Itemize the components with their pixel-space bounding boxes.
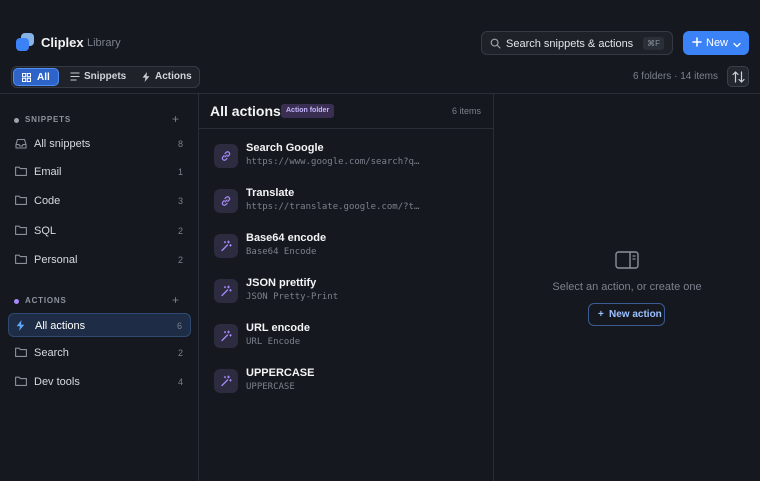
inbox-icon: [15, 138, 27, 152]
filter-tabs: All Snippets Actions: [11, 66, 200, 88]
sidebar-item-label: Code: [34, 195, 61, 207]
lines-icon: [70, 72, 80, 84]
new-action-button[interactable]: + New action: [588, 303, 665, 326]
search-icon: [490, 38, 501, 52]
item-name: Translate: [246, 187, 295, 199]
tab-actions-label: Actions: [155, 71, 192, 82]
sidebar-item-count: 2: [177, 255, 183, 265]
folder-icon: [15, 254, 27, 267]
sidebar-item-count: 3: [177, 196, 183, 206]
sidebar-item-label: Dev tools: [34, 376, 80, 388]
action-list-pane: All actions Action folder 6 items Search…: [199, 94, 494, 481]
section-heading-text: SNIPPETS: [25, 115, 71, 124]
sidebar-item-count: 2: [177, 226, 183, 236]
bolt-icon: [16, 320, 25, 334]
sidebar-item-label: SQL: [34, 225, 57, 237]
wand-icon: [214, 324, 238, 348]
sidebar-panel-icon: [615, 250, 639, 273]
sidebar-item-label: Search: [34, 347, 69, 359]
item-name: URL encode: [246, 322, 310, 334]
grid-icon: [22, 73, 32, 85]
section-dot: [14, 118, 19, 123]
tab-all-label: All: [37, 72, 50, 83]
item-detail: UPPERCASE: [246, 382, 295, 392]
sidebar-item-personal[interactable]: Personal 2: [8, 248, 191, 272]
sidebar-item-sql[interactable]: SQL 2: [8, 219, 191, 243]
list-item[interactable]: Base64 encode Base64 Encode: [207, 225, 485, 267]
plus-icon: [692, 37, 702, 50]
sidebar-item-dev-tools[interactable]: Dev tools 4: [8, 370, 191, 394]
section-heading-text: ACTIONS: [25, 296, 67, 305]
detail-pane: Select an action, or create one + New ac…: [494, 94, 760, 481]
item-name: UPPERCASE: [246, 367, 315, 379]
chevron-down-icon: [733, 39, 741, 51]
folder-icon: [15, 225, 27, 238]
sidebar-item-count: 1: [177, 167, 183, 177]
new-action-label: New action: [609, 309, 662, 320]
sidebar-item-search[interactable]: Search 2: [8, 341, 191, 365]
sidebar-item-label: Personal: [34, 254, 78, 266]
sidebar-item-count: 6: [176, 321, 182, 331]
list-item[interactable]: JSON prettify JSON Pretty-Print: [207, 270, 485, 312]
search-placeholder: Search snippets & actions: [506, 38, 634, 50]
item-detail: URL Encode: [246, 337, 301, 347]
item-name: Search Google: [246, 142, 324, 154]
top-bar: Cliplex Library Search snippets & action…: [0, 0, 760, 94]
folder-icon: [15, 376, 27, 389]
new-button-label: New: [706, 37, 729, 49]
list-item[interactable]: UPPERCASE UPPERCASE: [207, 360, 485, 402]
sidebar-item-count: 4: [177, 377, 183, 387]
sidebar-item-code[interactable]: Code 3: [8, 189, 191, 213]
list-item-count: 6 items: [451, 106, 481, 116]
item-detail: https://translate.google.com/?t…: [246, 202, 420, 212]
section-dot: [14, 299, 19, 304]
app-subtitle: Library: [87, 37, 121, 49]
bolt-icon: [142, 72, 150, 85]
sidebar: SNIPPETS + All snippets 8 Email 1 Code 3…: [0, 94, 199, 481]
tab-actions[interactable]: Actions: [134, 68, 198, 86]
sidebar-item-label: Email: [34, 166, 62, 178]
list-header: All actions Action folder 6 items: [199, 94, 493, 129]
item-detail: https://www.google.com/search?q…: [246, 157, 420, 167]
add-action-folder-button[interactable]: +: [172, 293, 179, 307]
search-input[interactable]: Search snippets & actions ⌘F: [481, 31, 673, 55]
sidebar-item-all-actions[interactable]: All actions 6: [8, 313, 191, 337]
list-title: All actions: [210, 103, 281, 119]
plus-icon: +: [598, 309, 604, 320]
tab-all[interactable]: All: [13, 68, 59, 86]
library-counts: 6 folders · 14 items: [632, 71, 718, 82]
list-item[interactable]: Search Google https://www.google.com/sea…: [207, 135, 485, 177]
sidebar-item-label: All actions: [35, 320, 86, 332]
app-title: Cliplex: [41, 35, 84, 50]
item-name: Base64 encode: [246, 232, 327, 244]
empty-state-text: Select an action, or create one: [552, 281, 702, 293]
new-button[interactable]: New: [683, 31, 749, 55]
folder-icon: [15, 347, 27, 360]
wand-icon: [214, 369, 238, 393]
item-name: JSON prettify: [246, 277, 317, 289]
folder-icon: [15, 195, 27, 208]
add-snippet-folder-button[interactable]: +: [172, 112, 179, 126]
sidebar-item-count: 8: [177, 139, 183, 149]
sidebar-item-count: 2: [177, 348, 183, 358]
wand-icon: [214, 279, 238, 303]
link-icon: [214, 144, 238, 168]
sort-button[interactable]: [727, 66, 749, 87]
folder-icon: [15, 166, 27, 179]
link-icon: [214, 189, 238, 213]
tab-snippets-label: Snippets: [84, 71, 127, 82]
sidebar-item-all-snippets[interactable]: All snippets 8: [8, 132, 191, 156]
tab-snippets[interactable]: Snippets: [62, 68, 132, 86]
list-item[interactable]: URL encode URL Encode: [207, 315, 485, 357]
sidebar-item-label: All snippets: [34, 138, 91, 150]
app-logo: [16, 33, 35, 52]
folder-type-badge: Action folder: [281, 104, 335, 118]
wand-icon: [214, 234, 238, 258]
search-shortcut: ⌘F: [643, 37, 664, 50]
sidebar-item-email[interactable]: Email 1: [8, 160, 191, 184]
list-item[interactable]: Translate https://translate.google.com/?…: [207, 180, 485, 222]
item-detail: Base64 Encode: [246, 247, 317, 257]
item-detail: JSON Pretty-Print: [246, 292, 339, 302]
